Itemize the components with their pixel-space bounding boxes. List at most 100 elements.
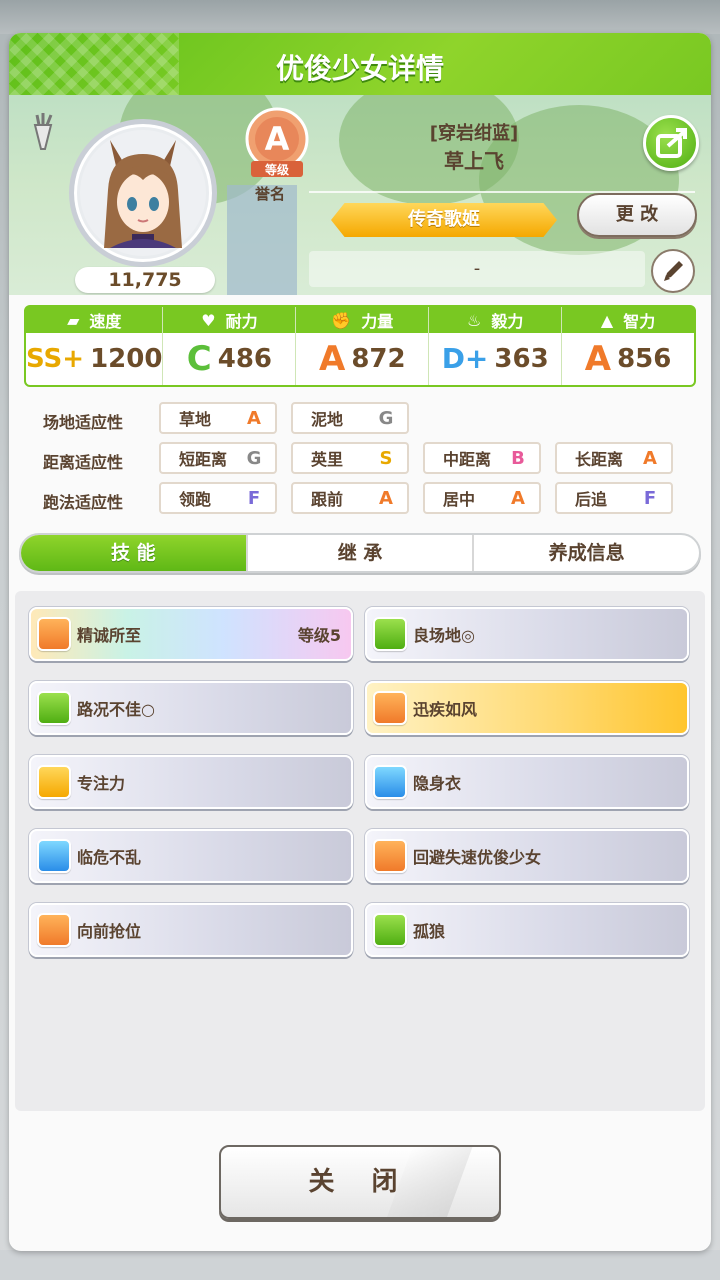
- aptitude-grade: F: [247, 487, 261, 509]
- speed-skill-icon: [37, 913, 71, 947]
- stats-panel: ▰ 速度 SS+ 1200 ♥ 耐力 C 486 ✊ 力量 A 872 ♨ 毅力 D+ 363 …: [24, 305, 696, 387]
- detail-dialog: 优俊少女详情 11,775 A 等级 誉名 [穿岩绀蓝] 草上飞 传奇歌姬 更 …: [9, 33, 711, 1251]
- skill-card[interactable]: 向前抢位: [29, 903, 353, 957]
- track-aptitude-label: 场地适应性: [43, 413, 124, 432]
- stat-stamina: ♥ 耐力 C 486: [163, 307, 297, 385]
- aptitude-grade: A: [643, 447, 657, 469]
- heart-icon: ♥: [201, 310, 216, 330]
- aptitude-medium: 中距离 B: [423, 442, 541, 474]
- skill-name: 精诚所至: [77, 626, 142, 645]
- stat-label: 智力: [623, 312, 656, 331]
- stat-grade: C: [186, 339, 212, 379]
- graduation-cap-icon: ▲: [600, 310, 614, 330]
- aptitude-name: 居中: [443, 490, 476, 509]
- muscle-icon: ✊: [331, 310, 352, 330]
- dialog-title: 优俊少女详情: [275, 52, 444, 85]
- aptitude-name: 草地: [179, 410, 212, 429]
- rank-grade: A: [265, 120, 290, 158]
- character-portrait[interactable]: [69, 119, 217, 267]
- skill-card[interactable]: 良场地◎: [365, 607, 689, 661]
- skill-card[interactable]: 迅疾如风: [365, 681, 689, 735]
- skill-name: 迅疾如风: [413, 700, 478, 719]
- aptitude-end-closer: 后追 F: [555, 482, 673, 514]
- stat-label: 力量: [361, 312, 394, 331]
- aptitude-grade: G: [378, 407, 394, 429]
- share-icon: [656, 128, 687, 158]
- shoe-icon: ▰: [67, 310, 80, 330]
- aptitude-name: 英里: [311, 450, 344, 469]
- speed-skill-icon: [373, 839, 407, 873]
- title-badge: 传奇歌姬: [331, 203, 557, 237]
- dialog-title-bar: 优俊少女详情: [9, 33, 711, 95]
- skill-card[interactable]: 专注力: [29, 755, 353, 809]
- stat-value: 856: [617, 344, 672, 374]
- stat-value: 1200: [90, 344, 163, 374]
- stat-grade: A: [584, 339, 612, 379]
- background-bottom: [0, 1250, 720, 1280]
- memo-field[interactable]: -: [309, 251, 645, 287]
- detail-tabs: 技 能 继 承 养成信息: [19, 533, 701, 573]
- aptitude-short: 短距离 G: [159, 442, 277, 474]
- aptitude-grade: A: [379, 487, 393, 509]
- stat-label: 耐力: [225, 312, 258, 331]
- stat-grade: D+: [441, 342, 489, 375]
- skill-name: 良场地◎: [413, 626, 475, 645]
- muscle-skill-icon: [373, 617, 407, 651]
- stat-power: ✊ 力量 A 872: [296, 307, 430, 385]
- skill-card[interactable]: 精诚所至 等级5: [29, 607, 353, 661]
- aptitude-long: 长距离 A: [555, 442, 673, 474]
- aptitude-name: 跟前: [311, 490, 344, 509]
- avatar: [80, 130, 206, 256]
- character-name: 草上飞: [444, 149, 504, 173]
- skill-card[interactable]: 路况不佳○: [29, 681, 353, 735]
- style-aptitude-label: 跑法适应性: [43, 493, 124, 512]
- skill-name: 孤狼: [413, 922, 446, 941]
- tab-training-info[interactable]: 养成信息: [474, 535, 699, 571]
- stat-grade: A: [318, 339, 346, 379]
- aptitude-grade: F: [643, 487, 657, 509]
- profile-header: 11,775 A 等级 誉名 [穿岩绀蓝] 草上飞 传奇歌姬 更 改 -: [9, 95, 711, 295]
- sparkle-skill-icon: [373, 765, 407, 799]
- aptitude-turf: 草地 A: [159, 402, 277, 434]
- aptitude-name: 后追: [575, 490, 608, 509]
- stat-speed: ▰ 速度 SS+ 1200: [26, 307, 164, 385]
- stat-grade: SS+: [26, 344, 85, 374]
- muscle-skill-icon: [37, 691, 71, 725]
- fan-count: 11,775: [75, 267, 215, 293]
- stat-guts: ♨ 毅力 D+ 363: [429, 307, 563, 385]
- change-title-button[interactable]: 更 改: [577, 193, 697, 237]
- stat-value: 363: [494, 344, 549, 374]
- share-button[interactable]: [643, 115, 699, 171]
- tab-skills[interactable]: 技 能: [21, 535, 248, 571]
- epithet: [穿岩绀蓝]: [429, 123, 519, 144]
- distance-aptitude-label: 距离适应性: [43, 453, 124, 472]
- pencil-icon: [664, 261, 683, 281]
- aptitude-grade: S: [379, 447, 393, 469]
- aptitude-grade: B: [511, 447, 525, 469]
- rank-level-label: 等级: [264, 162, 289, 177]
- carrot-icon: [33, 113, 53, 150]
- skill-card[interactable]: 隐身衣: [365, 755, 689, 809]
- button-shine: [385, 1147, 473, 1217]
- skill-name: 临危不乱: [77, 848, 142, 867]
- stat-label: 毅力: [491, 312, 524, 331]
- flame-icon: ♨: [467, 310, 482, 330]
- list-skill-icon: [373, 913, 407, 947]
- stat-value: 486: [217, 344, 273, 374]
- speed-skill-icon: [373, 691, 407, 725]
- stat-value: 872: [351, 344, 406, 374]
- close-button[interactable]: 关 闭: [219, 1145, 501, 1219]
- speed-skill-icon: [37, 617, 71, 651]
- skill-card[interactable]: 回避失速优俊少女: [365, 829, 689, 883]
- skill-name: 专注力: [77, 774, 126, 793]
- aptitude-late-surger: 居中 A: [423, 482, 541, 514]
- edit-memo-button[interactable]: [651, 249, 695, 293]
- aptitude-name: 泥地: [311, 410, 344, 429]
- background-top-strip: [0, 0, 720, 34]
- skill-name: 回避失速优俊少女: [413, 848, 542, 867]
- skill-card[interactable]: 临危不乱: [29, 829, 353, 883]
- skill-card[interactable]: 孤狼: [365, 903, 689, 957]
- skill-level: 等级5: [297, 626, 341, 645]
- tab-inheritance[interactable]: 继 承: [248, 535, 475, 571]
- skill-name: 向前抢位: [77, 922, 142, 941]
